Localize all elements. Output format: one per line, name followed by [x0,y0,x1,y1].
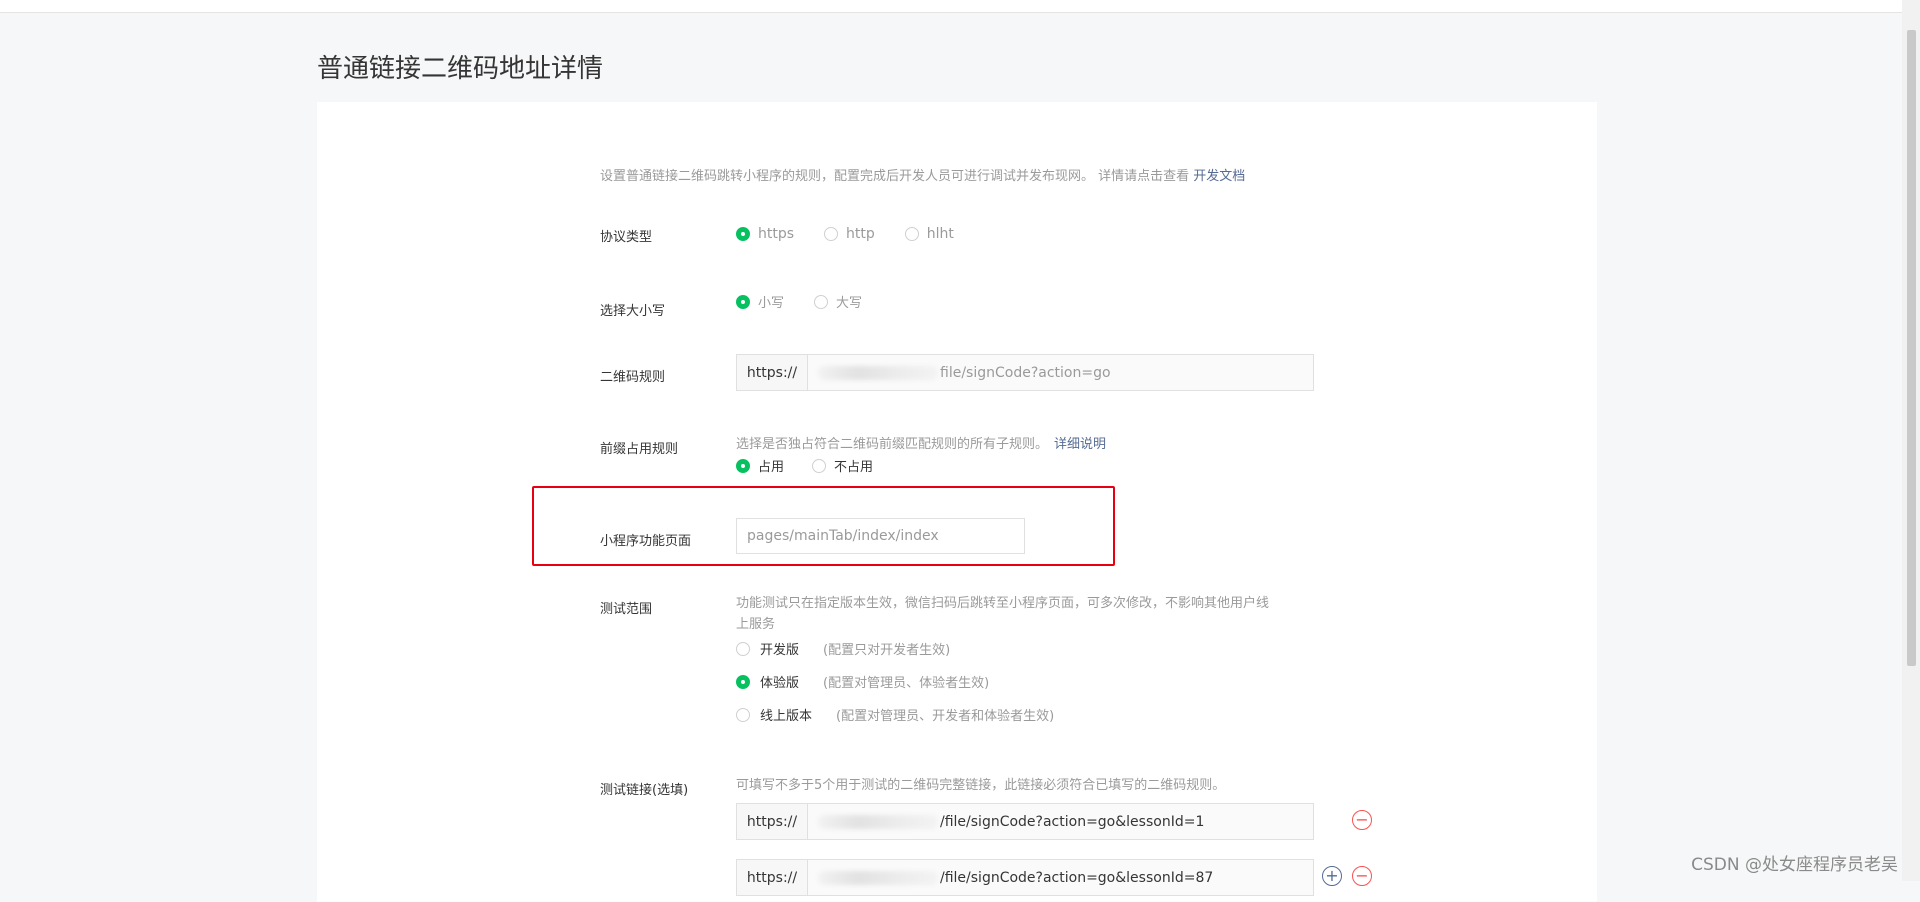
dev-docs-link[interactable]: 开发文档 [1193,169,1245,184]
qr-rule-field[interactable]: file/signCode?action=go [808,355,1313,390]
radio-checked-icon [736,227,750,241]
prefix-rule-label: 前缀占用规则 [600,442,679,457]
test-links-label: 测试链接(选填) [600,783,689,798]
test-links-hint: 可填写不多于5个用于测试的二维码完整链接，此链接必须符合已填写的二维码规则。 [736,778,1226,793]
mini-page-label: 小程序功能页面 [600,534,692,549]
protocol-option-https[interactable]: https [736,226,794,242]
intro-text: 设置普通链接二维码跳转小程序的规则，配置完成后开发人员可进行调试并发布现网。 详… [600,169,1194,184]
case-label: 选择大小写 [600,304,666,319]
test-link-field[interactable]: /file/signCode?action=go&lessonId=87 [808,860,1313,895]
radio-unchecked-icon [814,294,829,309]
case-option-lower[interactable]: 小写 [736,292,784,311]
case-radio-group: 小写 大写 [736,292,862,311]
remove-link-1-icon[interactable]: − [1352,810,1372,830]
intro-description: 设置普通链接二维码跳转小程序的规则，配置完成后开发人员可进行调试并发布现网。 详… [600,165,1245,184]
watermark: CSDN @处女座程序员老吴 [1691,855,1898,875]
radio-checked-icon [736,458,750,473]
test-link-input-1[interactable]: https:// /file/signCode?action=go&lesson… [736,803,1314,840]
radio-unchecked-icon [904,227,919,241]
radio-unchecked-icon [824,227,839,241]
radio-checked-icon [736,294,750,309]
page-title: 普通链接二维码地址详情 [317,54,604,84]
radio-checked-icon [736,674,750,689]
scope-option-trial[interactable]: 体验版 (配置对管理员、体验者生效) [736,672,989,691]
top-bar [0,0,1902,13]
add-link-icon[interactable]: + [1322,866,1342,886]
redacted-blur [818,870,938,885]
protocol-option-hlht[interactable]: hlht [904,226,954,242]
scope-option-dev[interactable]: 开发版 (配置只对开发者生效) [736,639,950,658]
case-option-upper[interactable]: 大写 [814,292,862,311]
protocol-radio-group: https http hlht [736,226,954,242]
scope-option-release[interactable]: 线上版本 (配置对管理员、开发者和体验者生效) [736,705,1054,724]
test-scope-label: 测试范围 [600,602,653,617]
radio-unchecked-icon [736,641,750,656]
protocol-option-http[interactable]: http [824,226,875,242]
test-link-prefix: https:// [737,804,808,839]
redacted-blur [818,814,938,829]
qr-rule-label: 二维码规则 [600,370,666,385]
prefix-option-occupy[interactable]: 占用 [736,456,784,475]
test-link-field[interactable]: /file/signCode?action=go&lessonId=1 [808,804,1313,839]
scrollbar-thumb[interactable] [1907,30,1916,666]
remove-link-2-icon[interactable]: − [1352,866,1372,886]
radio-unchecked-icon [812,458,827,473]
prefix-rule-detail-link[interactable]: 详细说明 [1054,437,1106,452]
protocol-label: 协议类型 [600,230,653,245]
qr-rule-input-group[interactable]: https:// file/signCode?action=go [736,354,1314,391]
redacted-blur [818,365,938,380]
qr-rule-prefix: https:// [737,355,808,390]
test-scope-hint: 功能测试只在指定版本生效，微信扫码后跳转至小程序页面，可多次修改，不影响其他用户… [736,596,1270,632]
scrollbar[interactable] [1902,0,1920,881]
prefix-rule-hint: 选择是否独占符合二维码前缀匹配规则的所有子规则。 详细说明 [736,437,1107,452]
radio-unchecked-icon [736,707,750,722]
prefix-rule-radio-group: 占用 不占用 [736,456,873,475]
test-link-input-2[interactable]: https:// /file/signCode?action=go&lesson… [736,859,1314,896]
test-link-prefix: https:// [737,860,808,895]
mini-page-input[interactable]: pages/mainTab/index/index [736,518,1025,554]
prefix-option-not-occupy[interactable]: 不占用 [812,456,873,475]
